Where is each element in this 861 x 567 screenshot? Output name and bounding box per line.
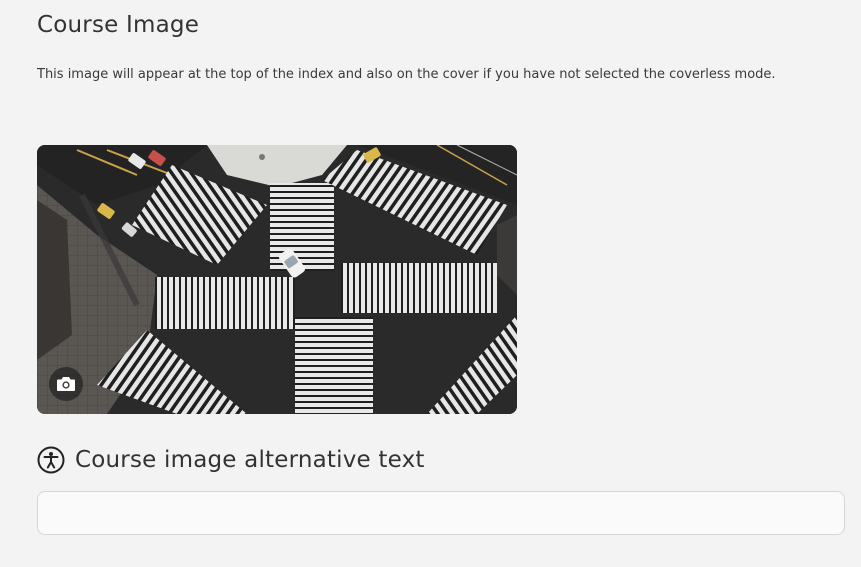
alt-text-input[interactable] xyxy=(37,491,845,535)
course-image-preview[interactable] xyxy=(37,145,517,414)
course-image-settings: Course Image This image will appear at t… xyxy=(0,0,861,567)
camera-icon xyxy=(57,377,75,391)
alt-text-header: Course image alternative text xyxy=(37,446,425,474)
change-image-button[interactable] xyxy=(49,367,83,401)
intersection-photo xyxy=(37,145,517,414)
course-image-description: This image will appear at the top of the… xyxy=(37,67,776,82)
accessibility-icon xyxy=(37,446,65,474)
alt-text-title: Course image alternative text xyxy=(75,447,425,473)
course-image-title: Course Image xyxy=(37,12,200,38)
